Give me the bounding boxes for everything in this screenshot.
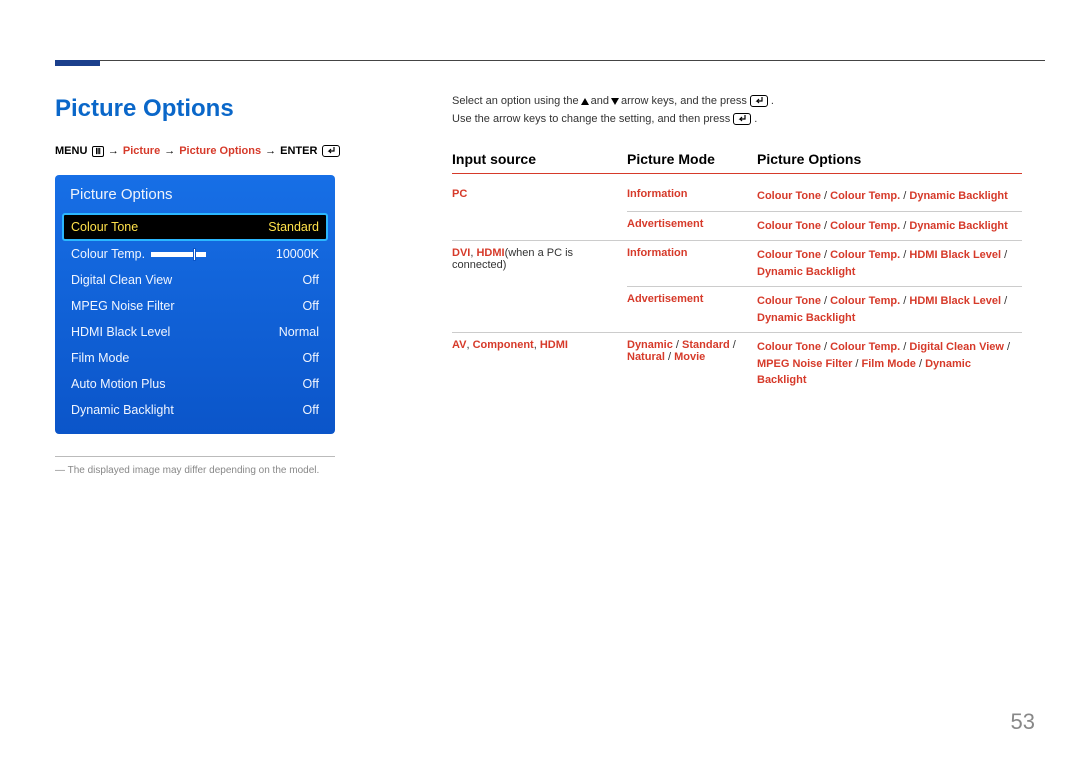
- osd-panel: Picture Options Colour ToneStandardColou…: [55, 175, 335, 434]
- breadcrumb: MENU Ⅲ → Picture → Picture Options → ENT…: [55, 145, 365, 157]
- osd-row[interactable]: Film Mode Off: [62, 345, 328, 371]
- instr1-a: Select an option using the: [452, 95, 579, 107]
- table-subrow: Dynamic / Standard / Natural / MovieColo…: [627, 333, 1022, 395]
- enter-icon: [322, 145, 340, 157]
- osd-row-value: Off: [303, 377, 319, 391]
- table-body: PCInformationColour Tone / Colour Temp. …: [452, 182, 1022, 395]
- breadcrumb-menu: MENU: [55, 145, 87, 157]
- osd-row-label: Film Mode: [71, 351, 129, 365]
- osd-row[interactable]: Colour Tone Standard: [62, 213, 328, 241]
- instr1-d: .: [771, 95, 774, 107]
- cell-picture-options: Colour Tone / Colour Temp. / Digital Cle…: [757, 339, 1022, 389]
- enter-icon: [750, 95, 768, 107]
- table-row: DVI, HDMI(when a PC is connected)Informa…: [452, 241, 1022, 333]
- osd-row[interactable]: Colour Temp. 10000K: [62, 241, 328, 267]
- osd-row-value: Off: [303, 273, 319, 287]
- instructions: Select an option using the and arrow key…: [452, 95, 1025, 125]
- instr1-b: and: [591, 95, 609, 107]
- cell-picture-mode: Dynamic / Standard / Natural / Movie: [627, 339, 757, 389]
- header-picture-options: Picture Options: [757, 151, 1022, 167]
- table-row: AV, Component, HDMIDynamic / Standard / …: [452, 333, 1022, 395]
- osd-row-label: Auto Motion Plus: [71, 377, 166, 391]
- osd-row[interactable]: Digital Clean View Off: [62, 267, 328, 293]
- table-header: Input source Picture Mode Picture Option…: [452, 151, 1022, 174]
- right-column: Select an option using the and arrow key…: [452, 95, 1025, 395]
- osd-row-label: Dynamic Backlight: [71, 403, 174, 417]
- cell-picture-options: Colour Tone / Colour Temp. / HDMI Black …: [757, 293, 1022, 326]
- osd-row-label: HDMI Black Level: [71, 325, 170, 339]
- cell-input-source: AV, Component, HDMI: [452, 333, 627, 395]
- top-divider: [55, 60, 1045, 61]
- instr1-c: arrow keys, and the press: [621, 95, 747, 107]
- osd-row-label: Digital Clean View: [71, 273, 172, 287]
- cell-input-source: DVI, HDMI(when a PC is connected): [452, 241, 627, 332]
- arrow-icon: →: [265, 145, 276, 157]
- page-title: Picture Options: [55, 95, 365, 123]
- chapter-tab: [55, 60, 100, 66]
- cell-picture-options: Colour Tone / Colour Temp. / HDMI Black …: [757, 247, 1022, 280]
- menu-icon: Ⅲ: [92, 146, 104, 157]
- osd-row[interactable]: HDMI Black Level Normal: [62, 319, 328, 345]
- osd-row-label: MPEG Noise Filter: [71, 299, 175, 313]
- table-row: PCInformationColour Tone / Colour Temp. …: [452, 182, 1022, 241]
- cell-picture-mode: Advertisement: [627, 293, 757, 326]
- down-arrow-icon: [611, 98, 619, 105]
- cell-picture-mode: Information: [627, 188, 757, 205]
- slider[interactable]: [151, 252, 206, 257]
- osd-row-value: Off: [303, 351, 319, 365]
- arrow-icon: →: [164, 145, 175, 157]
- osd-row[interactable]: MPEG Noise Filter Off: [62, 293, 328, 319]
- osd-panel-title: Picture Options: [56, 176, 334, 213]
- note-divider: [55, 456, 335, 457]
- cell-picture-options: Colour Tone / Colour Temp. / Dynamic Bac…: [757, 218, 1022, 235]
- instr2-a: Use the arrow keys to change the setting…: [452, 113, 730, 125]
- options-table: Input source Picture Mode Picture Option…: [452, 151, 1022, 395]
- table-subrow: InformationColour Tone / Colour Temp. / …: [627, 182, 1022, 212]
- arrow-icon: →: [108, 145, 119, 157]
- osd-row-label: Colour Temp.: [71, 247, 145, 261]
- osd-row-value: Off: [303, 299, 319, 313]
- left-column: Picture Options MENU Ⅲ → Picture → Pictu…: [55, 95, 365, 476]
- osd-row[interactable]: Dynamic Backlight Off: [62, 397, 328, 423]
- table-subrow: AdvertisementColour Tone / Colour Temp. …: [627, 287, 1022, 332]
- cell-picture-mode: Information: [627, 247, 757, 280]
- page-number: 53: [1011, 709, 1035, 735]
- osd-rows: Colour Tone Standard Colour Temp. 10000K Dig…: [56, 213, 334, 433]
- note-text: The displayed image may differ depending…: [55, 465, 365, 476]
- breadcrumb-picture: Picture: [123, 145, 160, 157]
- osd-row-value: Normal: [279, 325, 319, 339]
- osd-row-value: Standard: [268, 220, 319, 234]
- instr2-b: .: [754, 113, 757, 125]
- breadcrumb-picture-options: Picture Options: [179, 145, 261, 157]
- up-arrow-icon: [581, 98, 589, 105]
- osd-row-value: Off: [303, 403, 319, 417]
- osd-row[interactable]: Auto Motion Plus Off: [62, 371, 328, 397]
- osd-row-label: Colour Tone: [71, 220, 138, 234]
- breadcrumb-enter: ENTER: [280, 145, 317, 157]
- cell-picture-mode: Advertisement: [627, 218, 757, 235]
- osd-row-value: 10000K: [276, 247, 319, 261]
- table-subrow: InformationColour Tone / Colour Temp. / …: [627, 241, 1022, 287]
- cell-input-source: PC: [452, 182, 627, 240]
- header-input-source: Input source: [452, 151, 627, 167]
- header-picture-mode: Picture Mode: [627, 151, 757, 167]
- table-subrow: AdvertisementColour Tone / Colour Temp. …: [627, 212, 1022, 241]
- cell-picture-options: Colour Tone / Colour Temp. / Dynamic Bac…: [757, 188, 1022, 205]
- enter-icon: [733, 113, 751, 125]
